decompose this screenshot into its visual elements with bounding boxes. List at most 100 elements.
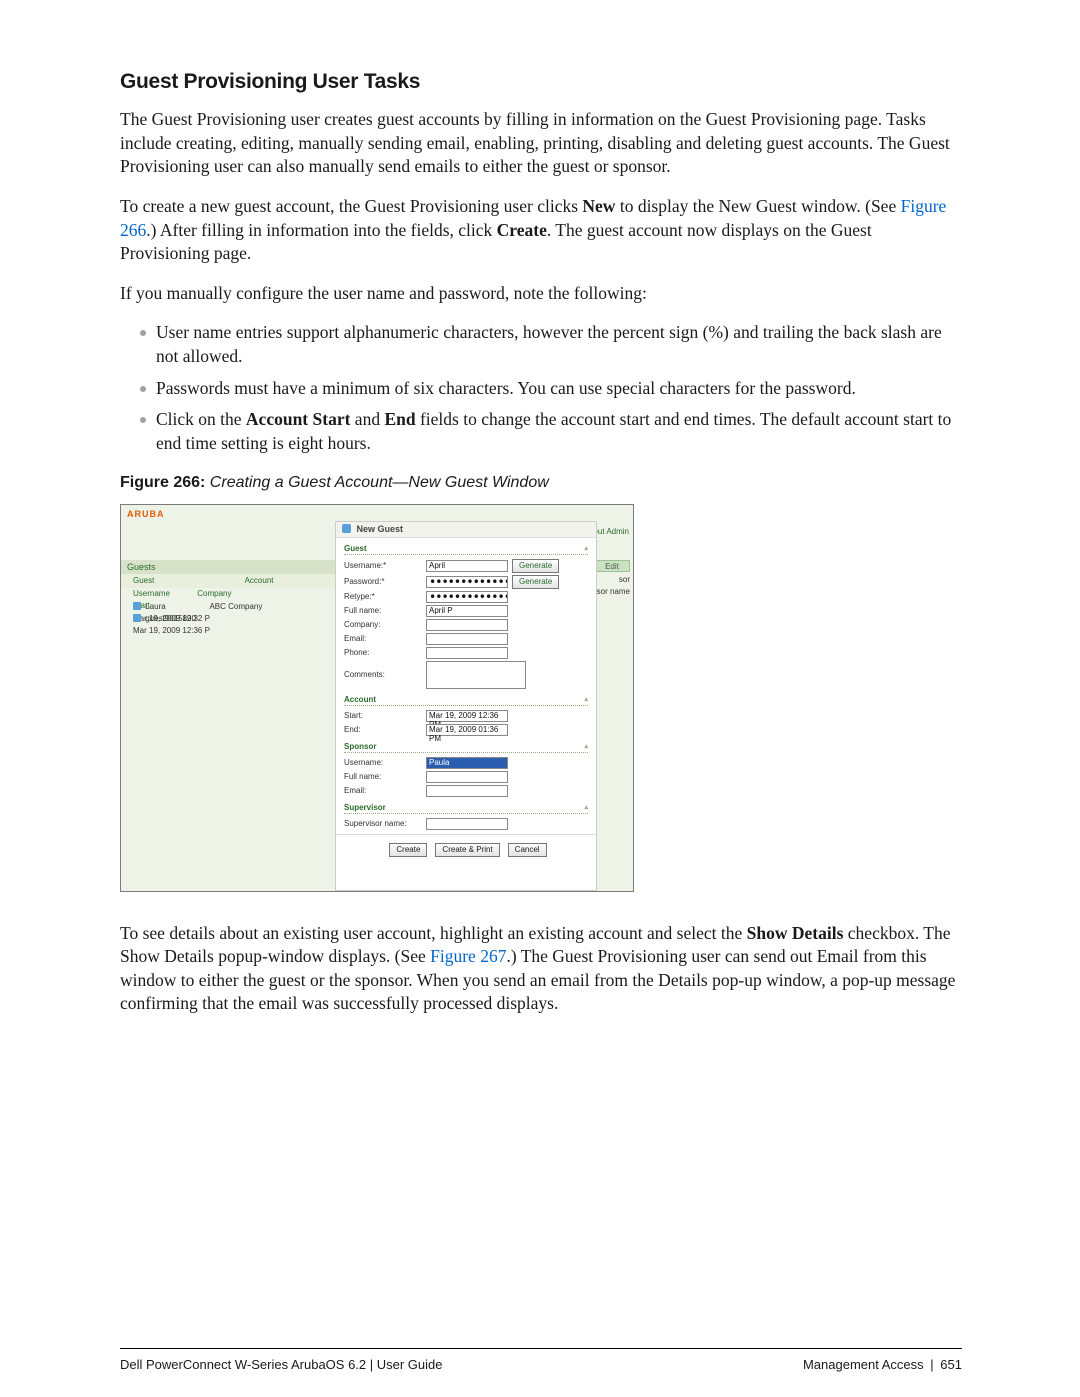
sponsor-username-field[interactable]: Paula bbox=[426, 757, 508, 769]
create-print-button[interactable]: Create & Print bbox=[435, 843, 499, 857]
label-username: Username:* bbox=[344, 561, 426, 570]
p2-run-b: to display the New Guest window. (See bbox=[615, 196, 900, 216]
p2-run-a: To create a new guest account, the Guest… bbox=[120, 196, 582, 216]
label-sponsor-username: Username: bbox=[344, 758, 426, 767]
comments-field[interactable] bbox=[426, 661, 526, 689]
sponsor-email-field[interactable] bbox=[426, 785, 508, 797]
cell-user: guest9015890 bbox=[145, 613, 207, 625]
new-guest-dialog: New Guest Guest Username:* April Generat… bbox=[335, 521, 597, 891]
cell-user: Laura bbox=[145, 601, 207, 613]
sponsor-section: Sponsor Username: Paula Full name: Email… bbox=[344, 742, 588, 797]
footer-rule bbox=[120, 1348, 962, 1349]
show-details-paragraph: To see details about an existing user ac… bbox=[120, 922, 962, 1017]
label-retype: Retype:* bbox=[344, 592, 426, 601]
list-item: Click on the Account Start and End field… bbox=[140, 408, 962, 455]
col-company[interactable]: Company bbox=[197, 588, 255, 600]
label-email: Email: bbox=[344, 634, 426, 643]
label-supervisor-name: Supervisor name: bbox=[344, 819, 426, 828]
create-button[interactable]: Create bbox=[389, 843, 427, 857]
section-header-sponsor[interactable]: Sponsor bbox=[344, 742, 588, 753]
dialog-buttons: Create Create & Print Cancel bbox=[336, 839, 596, 863]
table-row[interactable]: guest9015890 Mar 19, 2009 12:36 P bbox=[121, 613, 335, 625]
subheader-account: Account bbox=[245, 576, 274, 585]
user-icon bbox=[133, 602, 141, 610]
company-field[interactable] bbox=[426, 619, 508, 631]
page-footer: Dell PowerConnect W-Series ArubaOS 6.2 |… bbox=[120, 1357, 962, 1372]
label-password: Password:* bbox=[344, 577, 426, 586]
supervisor-section: Supervisor Supervisor name: bbox=[344, 803, 588, 830]
label-fullname: Full name: bbox=[344, 606, 426, 615]
subheader-guest: Guest bbox=[133, 576, 154, 585]
label-company: Company: bbox=[344, 620, 426, 629]
b3-run-b: and bbox=[350, 409, 384, 429]
account-start-field[interactable]: Mar 19, 2009 12:36 PM bbox=[426, 710, 508, 722]
guest-section: Guest Username:* April Generate Password… bbox=[344, 544, 588, 689]
section-header-supervisor[interactable]: Supervisor bbox=[344, 803, 588, 814]
text-new: New bbox=[582, 196, 615, 216]
fullname-field[interactable]: April P bbox=[426, 605, 508, 617]
label-end: End: bbox=[344, 725, 426, 734]
cell-start: Mar 19, 2009 12:36 P bbox=[133, 625, 213, 637]
dialog-title-text: New Guest bbox=[357, 524, 404, 534]
footer-right: Management Access | 651 bbox=[803, 1357, 962, 1372]
note-lead: If you manually configure the user name … bbox=[120, 282, 962, 306]
text-end: End bbox=[384, 409, 415, 429]
account-section: Account Start: Mar 19, 2009 12:36 PM End… bbox=[344, 695, 588, 736]
p2-run-c: .) After filling in information into the… bbox=[146, 220, 496, 240]
cell-company: ABC Company bbox=[209, 601, 267, 613]
table-row[interactable]: Laura ABC Company Mar 19, 2009 12:32 P bbox=[121, 601, 335, 613]
page: Guest Provisioning User Tasks The Guest … bbox=[0, 0, 1080, 1397]
cancel-button[interactable]: Cancel bbox=[508, 843, 547, 857]
retype-field[interactable]: ••••••••••••• bbox=[426, 591, 508, 603]
intro-paragraph-1: The Guest Provisioning user creates gues… bbox=[120, 108, 962, 179]
username-field[interactable]: April bbox=[426, 560, 508, 572]
guests-panel-header: Guests bbox=[121, 560, 335, 574]
partial-text: sor bbox=[619, 575, 630, 584]
aruba-logo: ARUBA bbox=[127, 509, 165, 519]
text-account-start: Account Start bbox=[246, 409, 351, 429]
footer-sep: | bbox=[930, 1357, 933, 1372]
label-sponsor-email: Email: bbox=[344, 786, 426, 795]
p4-run-a: To see details about an existing user ac… bbox=[120, 923, 747, 943]
page-number: 651 bbox=[940, 1357, 962, 1372]
user-icon bbox=[133, 614, 141, 622]
figure-title: Creating a Guest Account—New Guest Windo… bbox=[205, 474, 548, 491]
email-field[interactable] bbox=[426, 633, 508, 645]
label-sponsor-fullname: Full name: bbox=[344, 772, 426, 781]
figure-caption: Figure 266: Creating a Guest Account—New… bbox=[120, 474, 962, 492]
dialog-title: New Guest bbox=[336, 522, 596, 538]
footer-left: Dell PowerConnect W-Series ArubaOS 6.2 |… bbox=[120, 1357, 443, 1372]
partial-text: sor name bbox=[597, 587, 630, 596]
section-heading: Guest Provisioning User Tasks bbox=[120, 70, 962, 94]
user-icon bbox=[342, 524, 351, 533]
top-right-label: out Admin bbox=[593, 527, 629, 536]
label-comments: Comments: bbox=[344, 670, 426, 679]
col-username[interactable]: Username bbox=[133, 588, 195, 600]
text-create: Create bbox=[497, 220, 547, 240]
list-item: Passwords must have a minimum of six cha… bbox=[140, 377, 962, 401]
guests-subheader: Guest Account bbox=[121, 574, 335, 588]
intro-paragraph-2: To create a new guest account, the Guest… bbox=[120, 195, 962, 266]
generate-username-button[interactable]: Generate bbox=[512, 559, 559, 573]
b3-run-a: Click on the bbox=[156, 409, 246, 429]
footer-section: Management Access bbox=[803, 1357, 924, 1372]
label-phone: Phone: bbox=[344, 648, 426, 657]
figure-screenshot: ARUBA out Admin Guests Guest Account Use… bbox=[120, 504, 634, 892]
generate-password-button[interactable]: Generate bbox=[512, 575, 559, 589]
notes-list: User name entries support alphanumeric c… bbox=[120, 321, 962, 455]
sponsor-fullname-field[interactable] bbox=[426, 771, 508, 783]
figure-number: Figure 266: bbox=[120, 474, 205, 491]
section-header-account[interactable]: Account bbox=[344, 695, 588, 706]
text-show-details: Show Details bbox=[747, 923, 844, 943]
account-end-field[interactable]: Mar 19, 2009 01:36 PM bbox=[426, 724, 508, 736]
list-item: User name entries support alphanumeric c… bbox=[140, 321, 962, 368]
edit-button[interactable]: Edit bbox=[594, 560, 630, 572]
section-header-guest[interactable]: Guest bbox=[344, 544, 588, 555]
dialog-divider bbox=[336, 834, 596, 835]
phone-field[interactable] bbox=[426, 647, 508, 659]
label-start: Start: bbox=[344, 711, 426, 720]
guests-columns: Username Company Start bbox=[121, 588, 335, 600]
password-field[interactable]: ••••••••••••• bbox=[426, 576, 508, 588]
figure-267-link[interactable]: Figure 267 bbox=[430, 946, 506, 966]
supervisor-name-field[interactable] bbox=[426, 818, 508, 830]
